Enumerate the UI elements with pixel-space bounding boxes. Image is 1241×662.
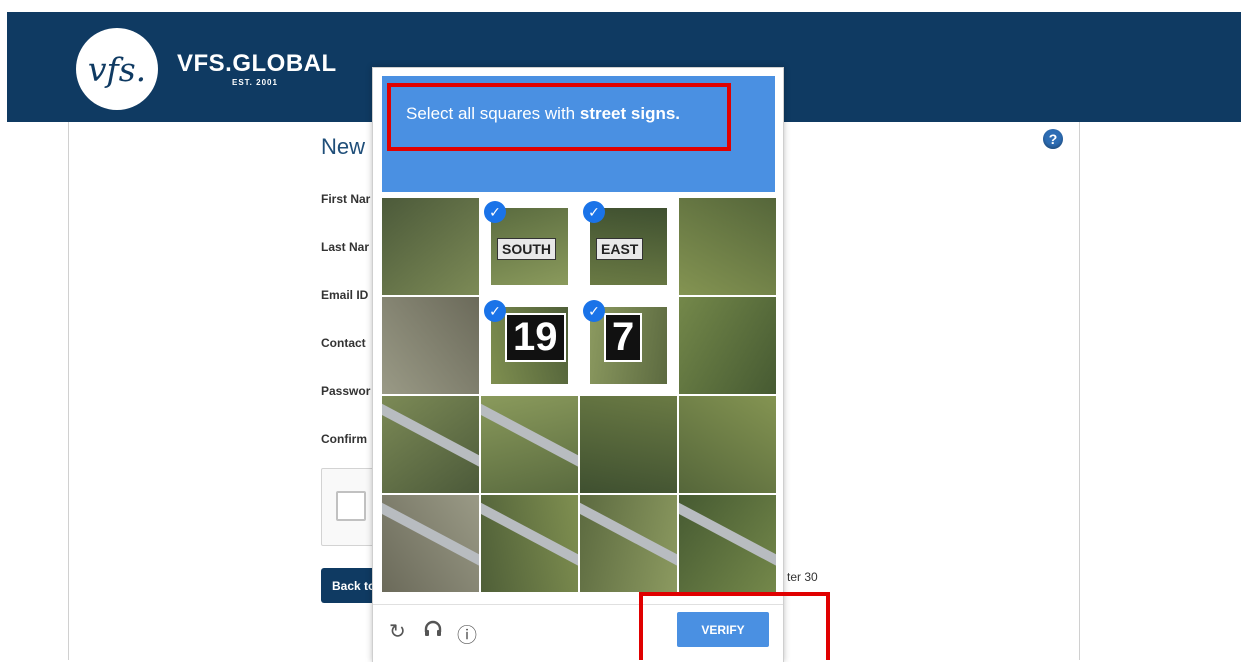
form-note: ter 30 [787,570,818,584]
captcha-tile[interactable] [382,396,479,493]
captcha-image-grid: SOUTH ✓ EAST ✓ 19 ✓ 7 ✓ [382,198,776,595]
brand-name: VFS.GLOBAL [177,50,337,77]
help-icon[interactable]: ? [1043,129,1063,149]
captcha-tile[interactable]: SOUTH ✓ [481,198,578,295]
guardrail-image [679,497,776,580]
captcha-tile-image [481,495,578,592]
street-sign-text: SOUTH [497,238,556,260]
guardrail-image [580,497,677,580]
selected-check-icon: ✓ [583,300,605,322]
guardrail-image [481,398,578,481]
info-icon[interactable]: ⓘ [457,619,477,648]
street-sign-text: 7 [604,313,643,362]
captcha-tile[interactable]: 19 ✓ [481,297,578,394]
captcha-tile[interactable] [679,297,776,394]
captcha-tile[interactable] [580,396,677,493]
recaptcha-checkbox[interactable] [336,491,366,521]
captcha-tile-image [382,198,479,295]
street-sign-text: EAST [596,238,644,260]
vfs-logo[interactable]: vfs. [76,28,158,110]
vfs-logo-mark: vfs. [87,49,147,89]
captcha-tile-image [679,198,776,295]
contact-label: Contact [321,336,366,350]
brand-established: EST. 2001 [232,78,278,87]
selected-check-icon: ✓ [583,201,605,223]
audio-challenge-icon[interactable] [423,619,443,645]
selected-check-icon: ✓ [484,201,506,223]
captcha-tile-image [679,297,776,394]
reload-icon[interactable]: ↻ [389,619,406,644]
captcha-tile-image [580,495,677,592]
captcha-tile-image [382,396,479,493]
password-label: Passwor [321,384,371,398]
captcha-tile-image [382,495,479,592]
captcha-tile[interactable] [382,495,479,592]
last-name-label: Last Nar [321,240,370,254]
captcha-tile[interactable]: EAST ✓ [580,198,677,295]
captcha-tile[interactable] [481,495,578,592]
confirm-password-label: Confirm [321,432,367,446]
guardrail-image [382,398,479,481]
captcha-tile[interactable] [382,198,479,295]
instruction-highlight-box [387,83,731,151]
captcha-tile[interactable] [481,396,578,493]
captcha-challenge: Select all squares with street signs. SO… [372,67,784,662]
captcha-tile-image [679,495,776,592]
captcha-tile-image [481,396,578,493]
captcha-tile[interactable] [679,198,776,295]
captcha-tile-image [580,396,677,493]
captcha-tile[interactable] [580,495,677,592]
captcha-tile[interactable] [679,396,776,493]
email-label: Email ID [321,288,369,302]
captcha-tile-image [679,396,776,493]
street-sign-text: 19 [505,313,566,362]
page-title: New [321,134,366,159]
guardrail-image [382,497,479,580]
captcha-tile[interactable]: 7 ✓ [580,297,677,394]
guardrail-image [481,497,578,580]
captcha-tile[interactable] [382,297,479,394]
captcha-tile[interactable] [679,495,776,592]
selected-check-icon: ✓ [484,300,506,322]
verify-highlight-box [639,592,830,660]
first-name-label: First Nar [321,192,371,206]
captcha-tile-image [382,297,479,394]
